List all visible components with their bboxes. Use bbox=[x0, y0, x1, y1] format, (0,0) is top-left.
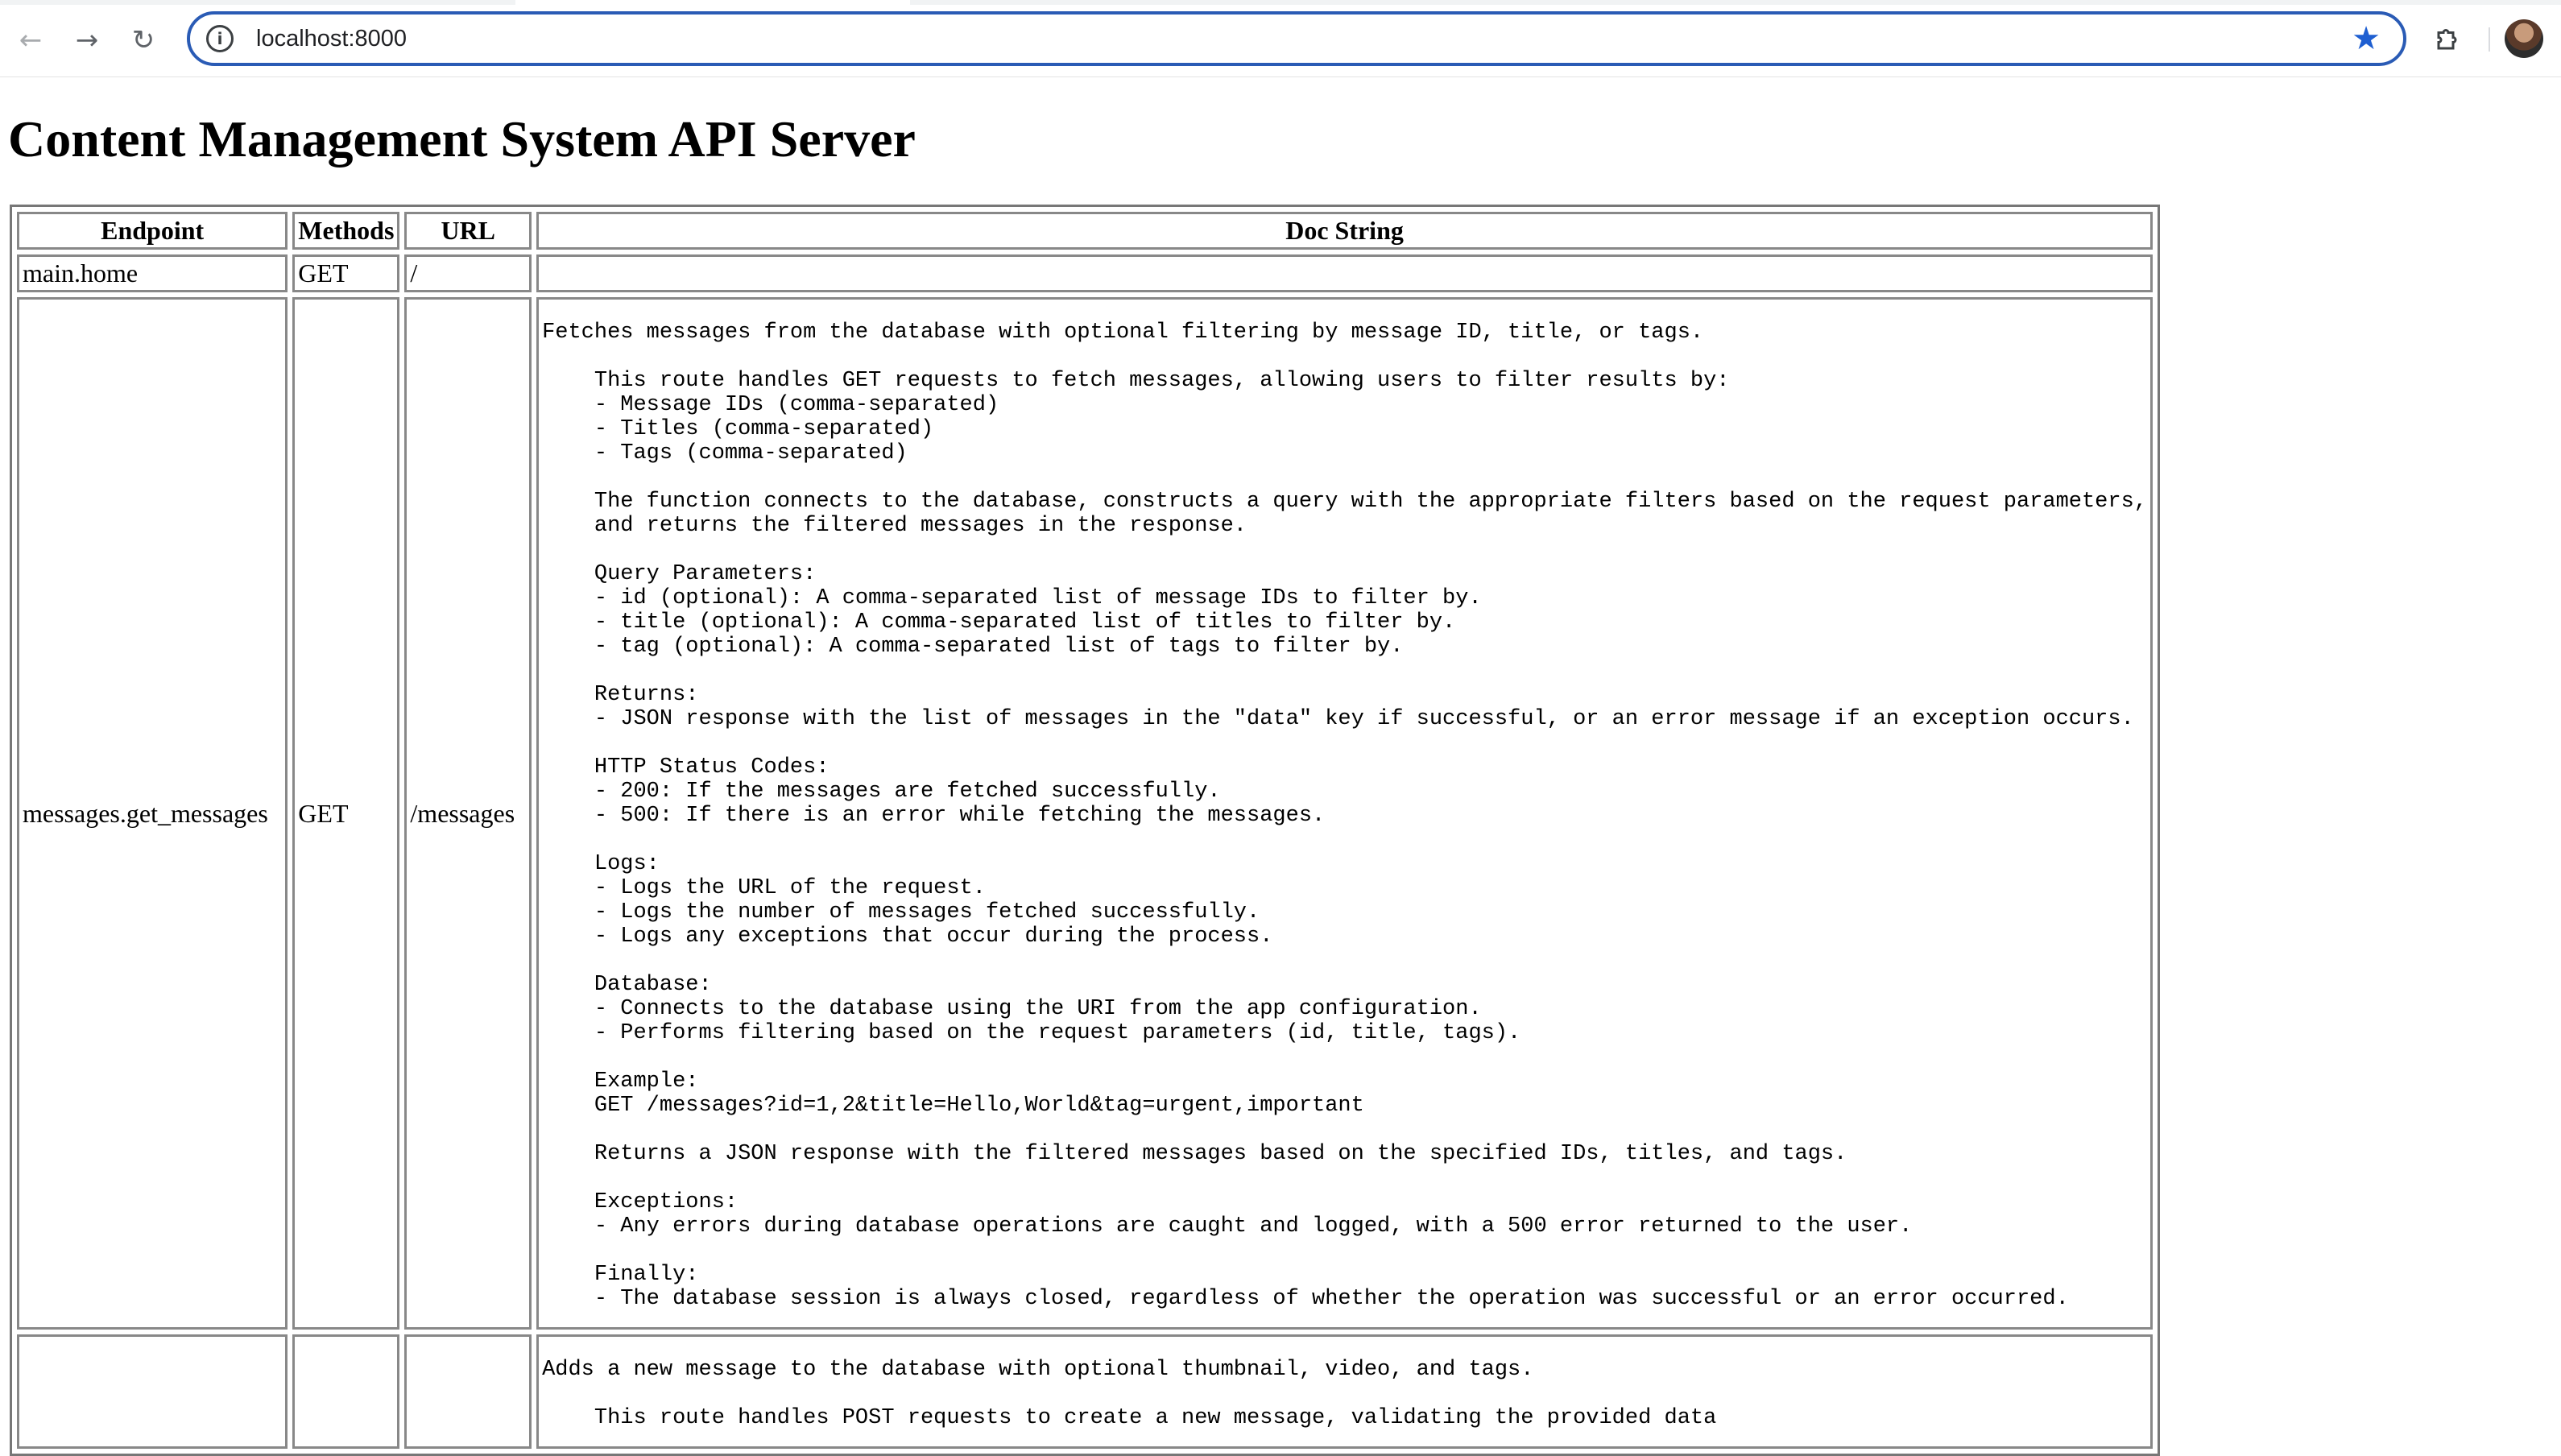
doc-string-text: Fetches messages from the database with … bbox=[542, 321, 2147, 1312]
star-icon[interactable]: ★ bbox=[2352, 20, 2381, 57]
cell-url bbox=[404, 1334, 532, 1450]
address-bar[interactable]: i localhost:8000 ★ bbox=[187, 11, 2406, 66]
url-text[interactable]: localhost:8000 bbox=[256, 26, 2352, 52]
forward-button[interactable]: → bbox=[64, 18, 110, 63]
cell-methods bbox=[292, 1334, 400, 1450]
cell-doc: Adds a new message to the database with … bbox=[536, 1334, 2153, 1450]
active-tab[interactable] bbox=[515, 0, 910, 5]
table-row: main.home GET / bbox=[17, 254, 2153, 293]
cell-methods: GET bbox=[292, 254, 400, 293]
page-title: Content Management System API Server bbox=[8, 110, 916, 168]
header-url: URL bbox=[404, 212, 532, 250]
header-doc-string: Doc String bbox=[536, 212, 2153, 250]
toolbar-separator bbox=[2489, 27, 2490, 52]
header-endpoint: Endpoint bbox=[17, 212, 288, 250]
back-button[interactable]: ← bbox=[8, 18, 53, 63]
arrow-left-icon: ← bbox=[19, 24, 43, 56]
cell-endpoint: messages.get_messages bbox=[17, 297, 288, 1330]
cell-url: / bbox=[404, 254, 532, 293]
browser-toolbar: ← → ↻ i localhost:8000 ★ bbox=[0, 0, 2561, 77]
table-row: Adds a new message to the database with … bbox=[17, 1334, 2153, 1450]
cell-url: /messages bbox=[404, 297, 532, 1330]
table-header-row: Endpoint Methods URL Doc String bbox=[17, 212, 2153, 250]
page-content: Content Management System API Server End… bbox=[0, 110, 2561, 1456]
tab-strip bbox=[0, 0, 2561, 5]
doc-string-text: Adds a new message to the database with … bbox=[542, 1358, 1717, 1431]
info-icon[interactable]: i bbox=[206, 25, 234, 52]
extensions-button[interactable] bbox=[2426, 16, 2471, 61]
puzzle-icon bbox=[2437, 29, 2457, 50]
avatar[interactable] bbox=[2505, 19, 2543, 58]
header-methods: Methods bbox=[292, 212, 400, 250]
cell-methods: GET bbox=[292, 297, 400, 1330]
cell-endpoint: main.home bbox=[17, 254, 288, 293]
endpoints-table: Endpoint Methods URL Doc String main.hom… bbox=[10, 205, 2160, 1456]
arrow-right-icon: → bbox=[75, 24, 99, 56]
reload-button[interactable]: ↻ bbox=[121, 18, 166, 63]
cell-endpoint bbox=[17, 1334, 288, 1450]
cell-doc bbox=[536, 254, 2153, 293]
cell-doc: Fetches messages from the database with … bbox=[536, 297, 2153, 1330]
table-row: messages.get_messages GET /messages Fetc… bbox=[17, 297, 2153, 1330]
reload-icon: ↻ bbox=[131, 24, 155, 56]
